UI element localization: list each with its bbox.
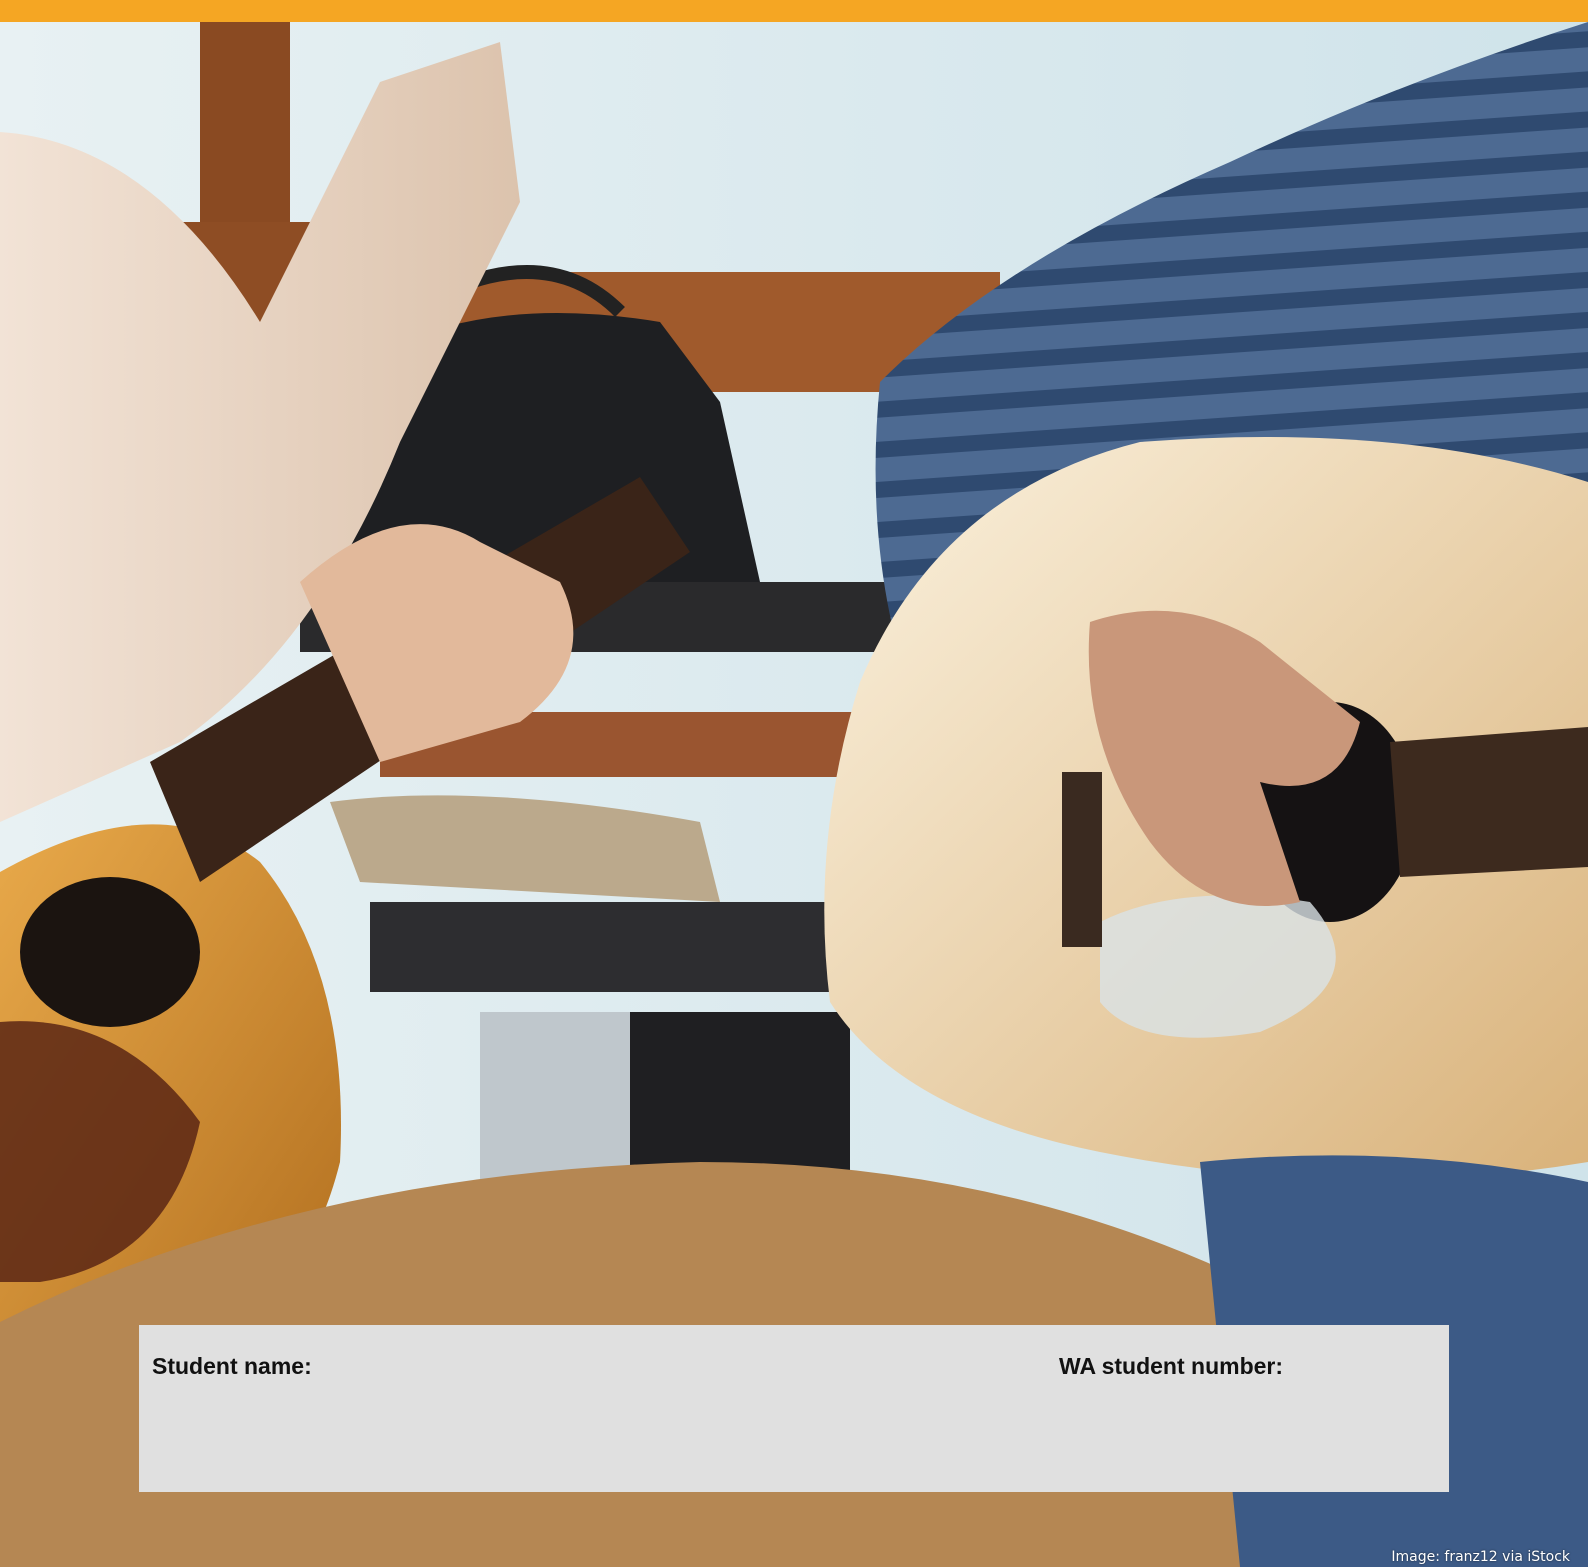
student-details-panel: Student name: WA student number: [139,1325,1449,1492]
top-accent-bar [0,0,1588,22]
wa-student-number-label: WA student number: [1059,1353,1284,1379]
student-name-label: Student name: [152,1353,312,1379]
image-credit: Image: franz12 via iStock [1391,1549,1570,1565]
